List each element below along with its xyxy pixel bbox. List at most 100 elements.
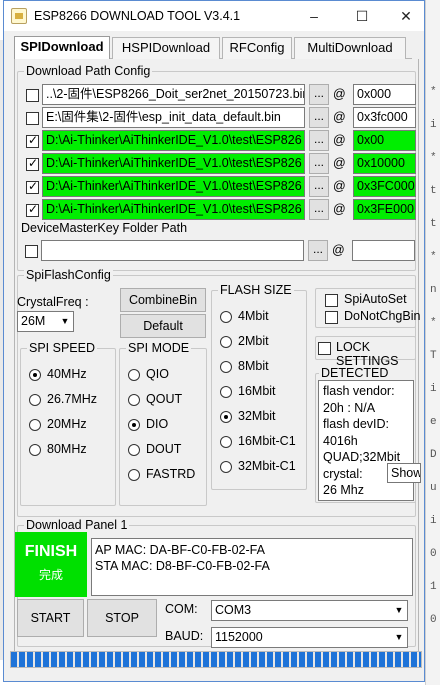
finish-status-text: FINISH <box>24 543 78 560</box>
window-title: ESP8266 DOWNLOAD TOOL V3.4.1 <box>34 9 241 23</box>
background-glyph: * <box>430 86 437 98</box>
spi-mode-radio[interactable] <box>128 394 140 406</box>
spi-mode-option-label: DOUT <box>146 442 182 456</box>
spi-mode-radio[interactable] <box>128 419 140 431</box>
address-field[interactable]: 0x3FE000 <box>353 199 416 220</box>
spi-flash-config-label: SpiFlashConfig <box>24 267 113 283</box>
path-field[interactable]: D:\Ai-Thinker\AiThinkerIDE_V1.0\test\ESP… <box>42 199 305 220</box>
chevron-down-icon: ▼ <box>60 316 70 326</box>
browse-button[interactable]: ... <box>309 176 329 197</box>
detected-info-line: flash devID: <box>323 417 390 431</box>
detected-info-line: 26 Mhz <box>323 483 364 497</box>
device-master-key-address-field[interactable] <box>352 240 415 261</box>
finish-status: FINISH 完成 <box>15 532 87 597</box>
close-button[interactable]: ✕ <box>386 4 426 28</box>
do-not-chg-bin-checkbox[interactable] <box>325 311 338 324</box>
at-symbol: @ <box>333 110 346 124</box>
flash-size-radio[interactable] <box>220 311 232 323</box>
flash-size-radio[interactable] <box>220 361 232 373</box>
path-field[interactable]: D:\Ai-Thinker\AiThinkerIDE_V1.0\test\ESP… <box>42 153 305 174</box>
spi-speed-radio[interactable] <box>29 419 41 431</box>
flash-size-option-label: 32Mbit-C1 <box>238 459 296 473</box>
flash-size-radio[interactable] <box>220 336 232 348</box>
spi-speed-radio[interactable] <box>29 369 41 381</box>
device-master-key-checkbox[interactable] <box>25 245 38 258</box>
device-master-key-path-field[interactable] <box>41 240 304 261</box>
combine-bin-button[interactable]: CombineBin <box>120 288 206 312</box>
tab-multidownload[interactable]: MultiDownload <box>294 37 406 59</box>
download-panel-label: Download Panel 1 <box>24 517 130 533</box>
browse-button[interactable]: ... <box>309 153 329 174</box>
at-symbol: @ <box>333 179 346 193</box>
spi-speed-radio[interactable] <box>29 444 41 456</box>
path-checkbox[interactable] <box>26 89 39 102</box>
path-field[interactable]: D:\Ai-Thinker\AiThinkerIDE_V1.0\test\ESP… <box>42 130 305 151</box>
flash-size-option-label: 8Mbit <box>238 359 269 373</box>
flash-size-radio[interactable] <box>220 461 232 473</box>
spi-speed-option-label: 80MHz <box>47 442 87 456</box>
flash-size-radio[interactable] <box>220 411 232 423</box>
background-glyph: i <box>430 515 437 527</box>
at-symbol: @ <box>333 133 346 147</box>
spi-mode-radio[interactable] <box>128 469 140 481</box>
app-icon <box>11 8 27 24</box>
tab-rfconfig[interactable]: RFConfig <box>222 37 292 59</box>
default-button[interactable]: Default <box>120 314 206 338</box>
stop-button[interactable]: STOP <box>87 599 157 637</box>
chevron-down-icon: ▼ <box>394 632 404 642</box>
title-bar: ESP8266 DOWNLOAD TOOL V3.4.1 – ☐ ✕ <box>4 1 424 31</box>
spi-mode-option-label: QIO <box>146 367 169 381</box>
com-value: COM3 <box>215 603 252 617</box>
spi-mode-radio[interactable] <box>128 369 140 381</box>
flash-size-radio[interactable] <box>220 386 232 398</box>
address-field[interactable]: 0x3FC000 <box>353 176 416 197</box>
flash-size-group: FLASH SIZE 4Mbit 2Mbit 8Mbit 16Mbit 32Mbit 16… <box>211 282 307 490</box>
maximize-button[interactable]: ☐ <box>342 4 382 28</box>
background-editor-strip: * i * t t * n * Ti e Du i 0 1 0 <box>425 0 440 685</box>
path-checkbox[interactable] <box>26 202 39 217</box>
ap-mac-text: AP MAC: DA-BF-C0-FB-02-FA <box>95 543 265 557</box>
spi-mode-option-label: DIO <box>146 417 169 431</box>
chevron-down-icon: ▼ <box>394 605 404 615</box>
lock-settings-checkbox[interactable] <box>318 342 331 355</box>
spi-auto-set-checkbox[interactable] <box>325 294 338 307</box>
finish-status-subtext: 完成 <box>38 568 63 582</box>
browse-button[interactable]: ... <box>309 199 329 220</box>
browse-button[interactable]: ... <box>309 130 329 151</box>
flash-size-option-label: 2Mbit <box>238 334 269 348</box>
do-not-chg-bin-label: DoNotChgBin <box>344 309 421 323</box>
browse-button[interactable]: ... <box>309 84 329 105</box>
tab-bar: SPIDownload HSPIDownload RFConfig MultiD… <box>14 36 412 59</box>
spi-speed-group: SPI SPEED 40MHz 26.7MHz 20MHz 80MHz <box>20 340 116 506</box>
path-field[interactable]: E:\固件集\2-固件\esp_init_data_default.bin <box>42 107 305 128</box>
path-checkbox[interactable] <box>26 112 39 125</box>
address-field[interactable]: 0x00 <box>353 130 416 151</box>
spi-speed-label: SPI SPEED <box>27 340 97 356</box>
background-glyph: T <box>430 350 437 362</box>
path-field[interactable]: D:\Ai-Thinker\AiThinkerIDE_V1.0\test\ESP… <box>42 176 305 197</box>
path-checkbox[interactable] <box>26 133 39 148</box>
crystal-freq-select[interactable]: 26M ▼ <box>17 311 74 332</box>
address-field[interactable]: 0x10000 <box>353 153 416 174</box>
path-checkbox[interactable] <box>26 179 39 194</box>
mac-info-box: AP MAC: DA-BF-C0-FB-02-FA STA MAC: D8-BF… <box>91 538 413 596</box>
address-field[interactable]: 0x3fc000 <box>353 107 416 128</box>
start-button[interactable]: START <box>17 599 84 637</box>
flash-size-option-label: 16Mbit-C1 <box>238 434 296 448</box>
baud-select[interactable]: 1152000 ▼ <box>211 627 408 648</box>
tab-hspidownload[interactable]: HSPIDownload <box>112 37 220 59</box>
spi-mode-option-label: FASTRD <box>146 467 196 481</box>
spi-speed-radio[interactable] <box>29 394 41 406</box>
device-master-key-browse-button[interactable]: ... <box>308 240 328 261</box>
com-label: COM: <box>165 602 198 616</box>
download-progress-bar <box>10 651 422 668</box>
flash-size-radio[interactable] <box>220 436 232 448</box>
tab-spidownload[interactable]: SPIDownload <box>14 36 110 59</box>
address-field[interactable]: 0x000 <box>353 84 416 105</box>
spi-mode-radio[interactable] <box>128 444 140 456</box>
browse-button[interactable]: ... <box>309 107 329 128</box>
minimize-button[interactable]: – <box>294 4 334 28</box>
path-field[interactable]: ..\2-固件\ESP8266_Doit_ser2net_20150723.bi… <box>42 84 305 105</box>
path-checkbox[interactable] <box>26 156 39 171</box>
com-select[interactable]: COM3 ▼ <box>211 600 408 621</box>
